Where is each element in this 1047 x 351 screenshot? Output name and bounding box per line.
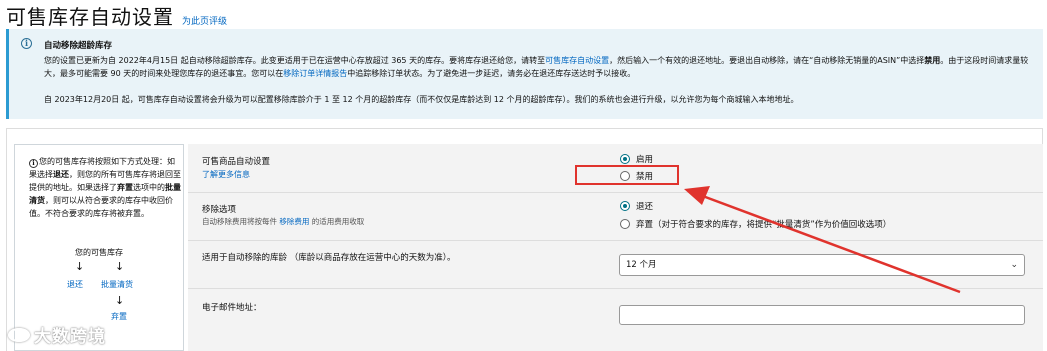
annotation-arrow-icon xyxy=(684,186,961,294)
watermark-logo-icon xyxy=(8,327,30,342)
watermark: 大数跨境 xyxy=(8,322,106,347)
